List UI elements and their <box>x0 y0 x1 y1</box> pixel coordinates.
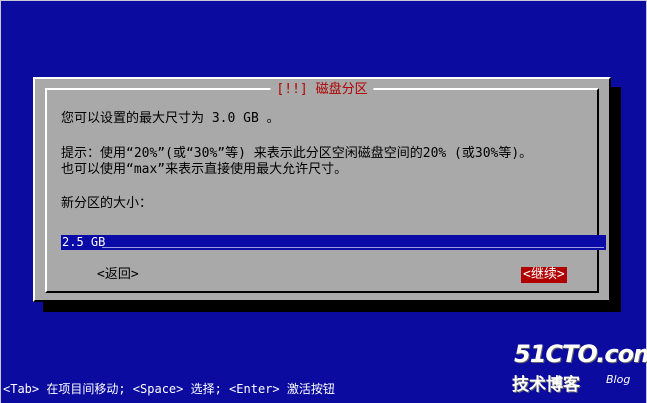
tip-line-1: 提示：使用“20%”(或“30%”等) 来表示此分区空闲磁盘空间的20% (或3… <box>61 146 533 161</box>
screen-frame-left <box>0 0 1 403</box>
dialog-title: [!!] 磁盘分区 <box>270 82 374 98</box>
size-field-label: 新分区的大小： <box>61 196 153 211</box>
watermark-blog-text: Blog <box>606 373 631 386</box>
back-button[interactable]: <返回> <box>95 267 141 283</box>
screen-frame-top <box>0 0 647 1</box>
max-size-message: 您可以设置的最大尺寸为 3.0 GB 。 <box>61 111 280 126</box>
dialog-inner-frame: [!!] 磁盘分区 您可以设置的最大尺寸为 3.0 GB 。 提示：使用“20%… <box>45 82 606 293</box>
watermark-sub-text: 技术博客 <box>512 375 580 395</box>
input-underline <box>102 247 604 248</box>
keyboard-hint: <Tab> 在项目间移动; <Space> 选择; <Enter> 激活按钮 <box>3 382 335 396</box>
site-watermark-logo: 51CTO.com 技术博客 Blog <box>508 340 647 395</box>
continue-button[interactable]: <继续> <box>521 267 567 283</box>
tip-line-2: 也可以使用“max”来表示直接使用最大允许尺寸。 <box>61 162 348 177</box>
partition-size-dialog: [!!] 磁盘分区 您可以设置的最大尺寸为 3.0 GB 。 提示：使用“20%… <box>33 77 611 302</box>
watermark-main-text: 51CTO.com <box>514 340 647 368</box>
